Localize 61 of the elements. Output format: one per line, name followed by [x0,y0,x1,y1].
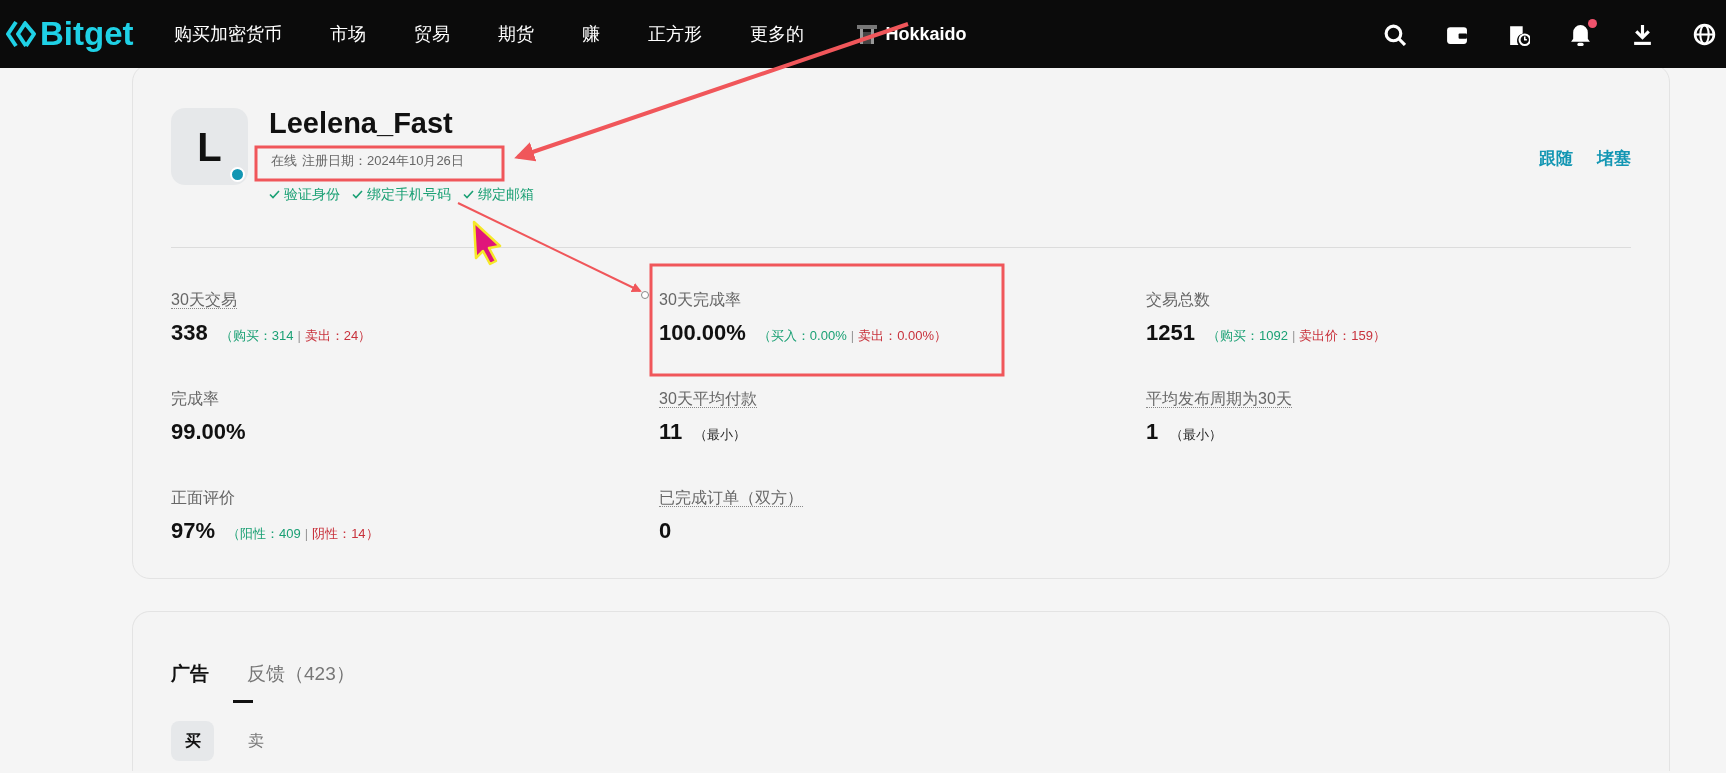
logo-link[interactable]: Bitget [6,9,134,59]
stat-detail: （最小） [1170,425,1223,444]
check-icon [463,189,474,199]
stat-label: 已完成订单（双方） [659,488,803,507]
verification-item: 绑定手机号码 [352,183,451,205]
nav-link[interactable]: 市场 [329,20,366,48]
registration-date: 注册日期：2024年10月26日 [302,152,464,170]
bell-icon[interactable] [1569,22,1592,46]
stat-detail: （购买：314 [219,326,294,345]
verification-item: 绑定邮箱 [463,183,534,205]
stat-detail: （阳性：409 [227,524,301,543]
gate-icon [855,23,878,45]
stat-label: 完成率 [171,389,219,407]
user-link[interactable]: Hokkaido [855,20,967,48]
tab[interactable]: 反馈（423） [247,660,355,703]
nav-link[interactable]: 贸易 [413,20,450,48]
stat-detail: 卖出：0.00%） [858,326,947,345]
avatar: L [171,108,248,185]
stat-label: 平均发布周期为30天 [1146,389,1292,408]
online-status: 在线 [271,152,297,170]
verification-item: 验证身份 [269,183,340,205]
stat-detail: | [1291,326,1296,345]
stat-detail: 卖出价：159） [1299,326,1386,345]
stat-value: 1 [1146,417,1159,446]
check-icon [352,189,363,199]
stat-detail: | [297,326,301,345]
stat-value: 100.00% [659,318,746,347]
mouse-cursor-icon [472,220,502,266]
tab[interactable]: 广告 [171,660,209,703]
stat-value: 11 [659,417,683,446]
stat-label: 交易总数 [1146,290,1210,308]
stat-detail: | [850,326,855,345]
stat-detail: （最小） [694,425,747,444]
stat-label: 30天完成率 [659,290,741,308]
stat-detail: （购买：1092 [1206,326,1288,345]
download-icon[interactable] [1631,22,1654,46]
stat-value: 99.00% [171,417,246,446]
tab-indicator [233,699,253,703]
stat-value: 97% [171,516,216,545]
stat-value: 338 [171,318,208,347]
stat-detail: （买入：0.00% [757,326,847,345]
username: Leelena_Fast [269,106,454,140]
stat-value: 1251 [1146,318,1195,347]
nav-link[interactable]: 更多的 [749,20,804,48]
check-icon [269,189,280,199]
globe-icon[interactable] [1693,22,1716,46]
logo-icon [6,20,36,48]
search-icon[interactable] [1383,22,1406,46]
side-toggle[interactable]: 卖 [234,720,277,761]
stat-detail: | [304,524,309,543]
nav-link[interactable]: 正方形 [647,20,702,48]
stat-detail: 卖出：24） [304,326,372,345]
nav-link[interactable]: 期货 [497,20,534,48]
stat-label: 30天平均付款 [659,389,757,408]
nav-link[interactable]: 赚 [581,20,600,48]
stat-detail: 阴性：14） [312,524,379,543]
stat-label: 30天交易 [171,290,237,309]
side-toggle[interactable]: 买 [171,720,214,761]
nav-link[interactable]: 购买加密货币 [173,20,282,48]
stat-label: 正面评价 [171,488,235,506]
stat-value: 0 [659,516,672,545]
